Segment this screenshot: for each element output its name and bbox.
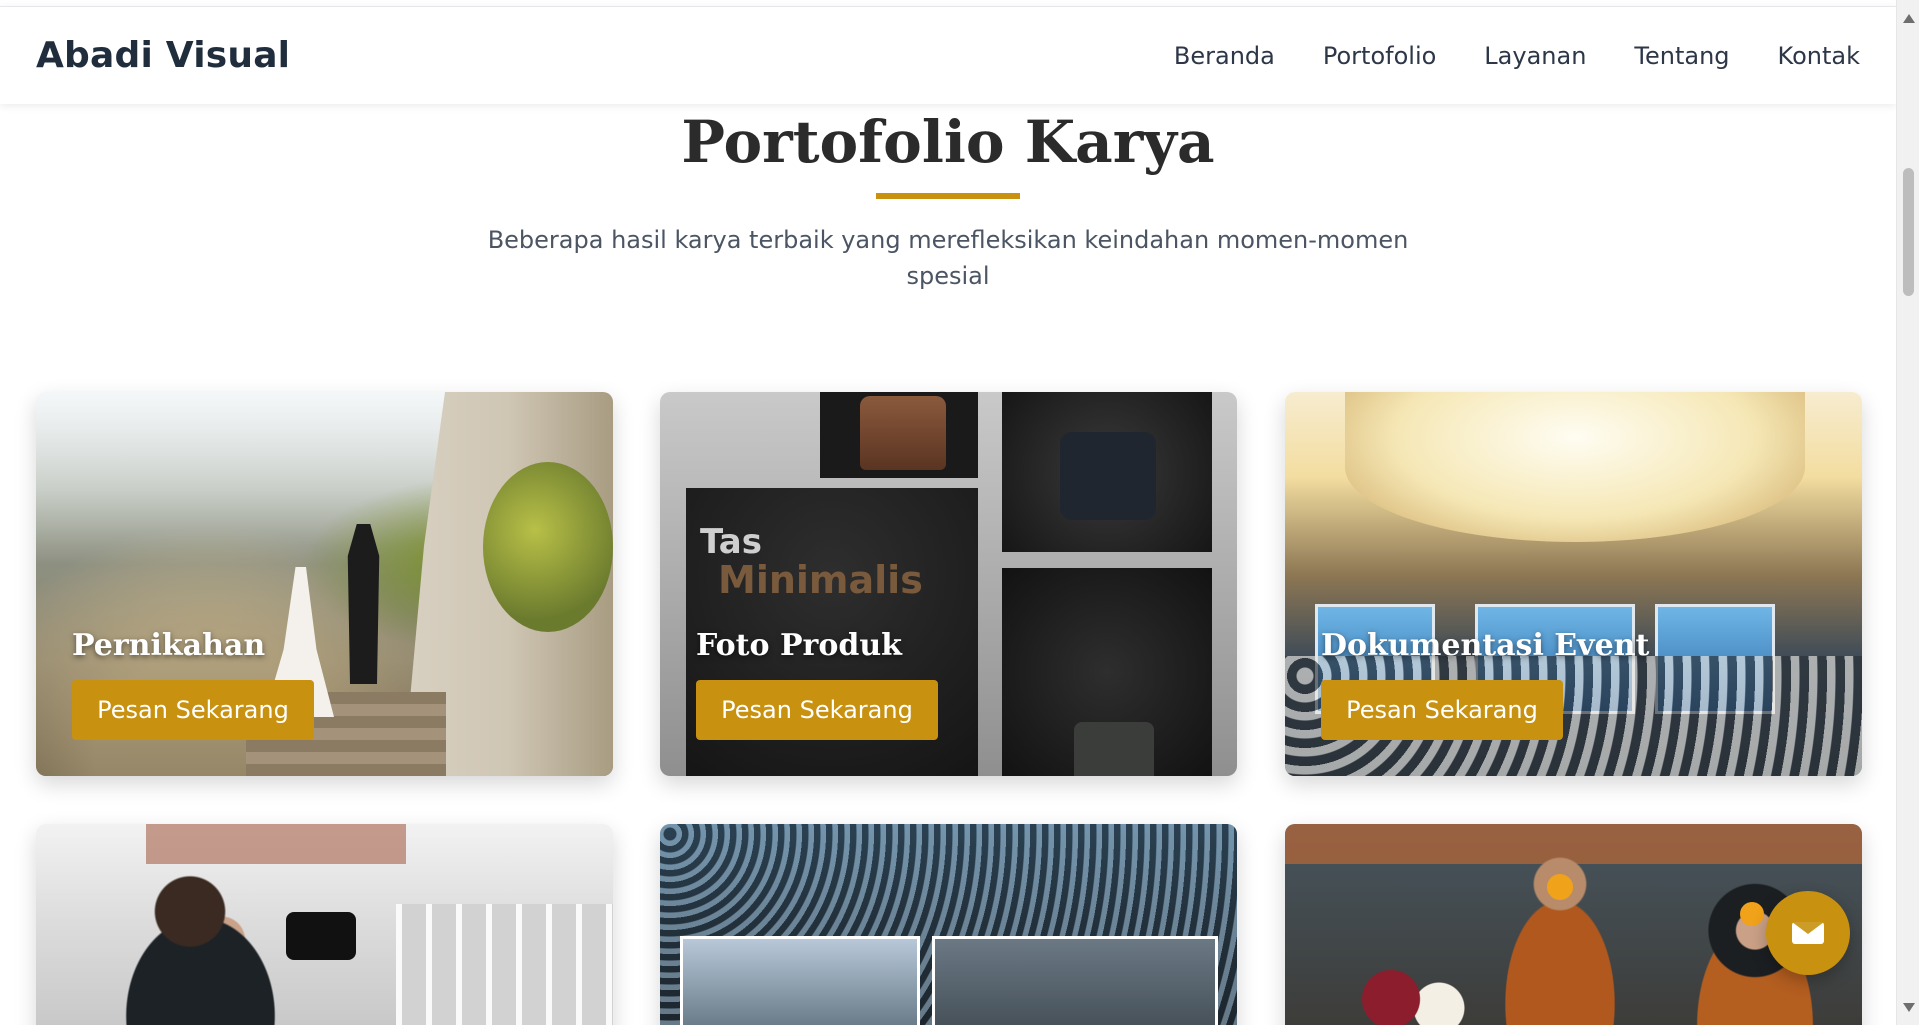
groom-figure — [347, 524, 380, 684]
photographer-photo — [36, 824, 613, 1025]
navy-bag — [1060, 432, 1156, 520]
envelope-icon — [1792, 922, 1824, 944]
title-underline — [876, 193, 1020, 199]
scroll-up-icon[interactable] — [1903, 14, 1915, 23]
vertical-scrollbar[interactable] — [1896, 0, 1919, 1025]
camera — [286, 912, 356, 960]
nav-menu: Beranda Portofolio Layanan Tentang Konta… — [1174, 42, 1860, 70]
portfolio-card[interactable] — [660, 824, 1237, 1025]
nav-link-tentang[interactable]: Tentang — [1634, 42, 1729, 70]
card-title: Foto Produk — [696, 628, 902, 663]
nav-link-layanan[interactable]: Layanan — [1484, 42, 1586, 70]
nav-link-kontak[interactable]: Kontak — [1778, 42, 1860, 70]
scroll-down-icon[interactable] — [1903, 1003, 1915, 1012]
inset-photo — [680, 936, 920, 1025]
brown-bag — [860, 396, 946, 470]
man-figure — [1475, 844, 1645, 1025]
portfolio-card-foto-produk[interactable]: Tas Minimalis Foto Produk Pesan Sekarang — [660, 392, 1237, 776]
group-photo — [660, 824, 1237, 1025]
nav-link-beranda[interactable]: Beranda — [1174, 42, 1275, 70]
order-button[interactable]: Pesan Sekarang — [696, 680, 938, 740]
fruits — [1355, 954, 1475, 1025]
inset-photo — [932, 936, 1218, 1025]
woman-figure — [106, 864, 316, 1025]
image-text-tas: Tas — [700, 522, 762, 562]
nav-link-portofolio[interactable]: Portofolio — [1323, 42, 1436, 70]
image-text-minimalis: Minimalis — [718, 558, 923, 602]
portfolio-card-dokumentasi-event[interactable]: Dokumentasi Event Pesan Sekarang — [1285, 392, 1862, 776]
section-title: Portofolio Karya — [681, 108, 1215, 176]
bush — [483, 462, 613, 632]
portfolio-card[interactable] — [36, 824, 613, 1025]
section-subtitle: Beberapa hasil karya terbaik yang merefl… — [487, 226, 1409, 290]
navbar: Abadi Visual Beranda Portofolio Layanan … — [0, 6, 1896, 104]
card-title: Dokumentasi Event — [1321, 628, 1650, 663]
chandelier-ceiling — [1345, 392, 1805, 542]
scrollbar-thumb[interactable] — [1903, 168, 1914, 296]
orange — [1740, 902, 1764, 926]
brand-logo[interactable]: Abadi Visual — [36, 35, 290, 76]
order-button[interactable]: Pesan Sekarang — [72, 680, 314, 740]
roof — [146, 824, 406, 864]
order-button[interactable]: Pesan Sekarang — [1321, 680, 1563, 740]
grey-bag — [1074, 722, 1154, 776]
page: Abadi Visual Beranda Portofolio Layanan … — [0, 0, 1896, 1025]
fence — [396, 904, 613, 1025]
contact-fab-button[interactable] — [1766, 891, 1850, 975]
orange — [1547, 874, 1573, 900]
card-title: Pernikahan — [72, 628, 266, 663]
portfolio-card-pernikahan[interactable]: Pernikahan Pesan Sekarang — [36, 392, 613, 776]
